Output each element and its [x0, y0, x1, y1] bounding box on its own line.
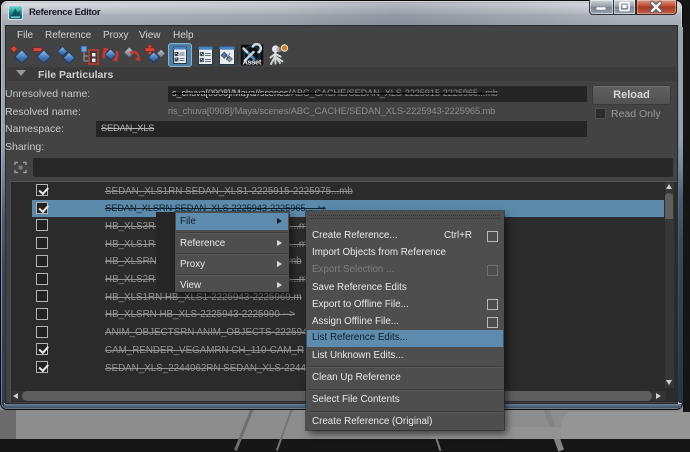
- svg-text:Asset: Asset: [243, 58, 262, 67]
